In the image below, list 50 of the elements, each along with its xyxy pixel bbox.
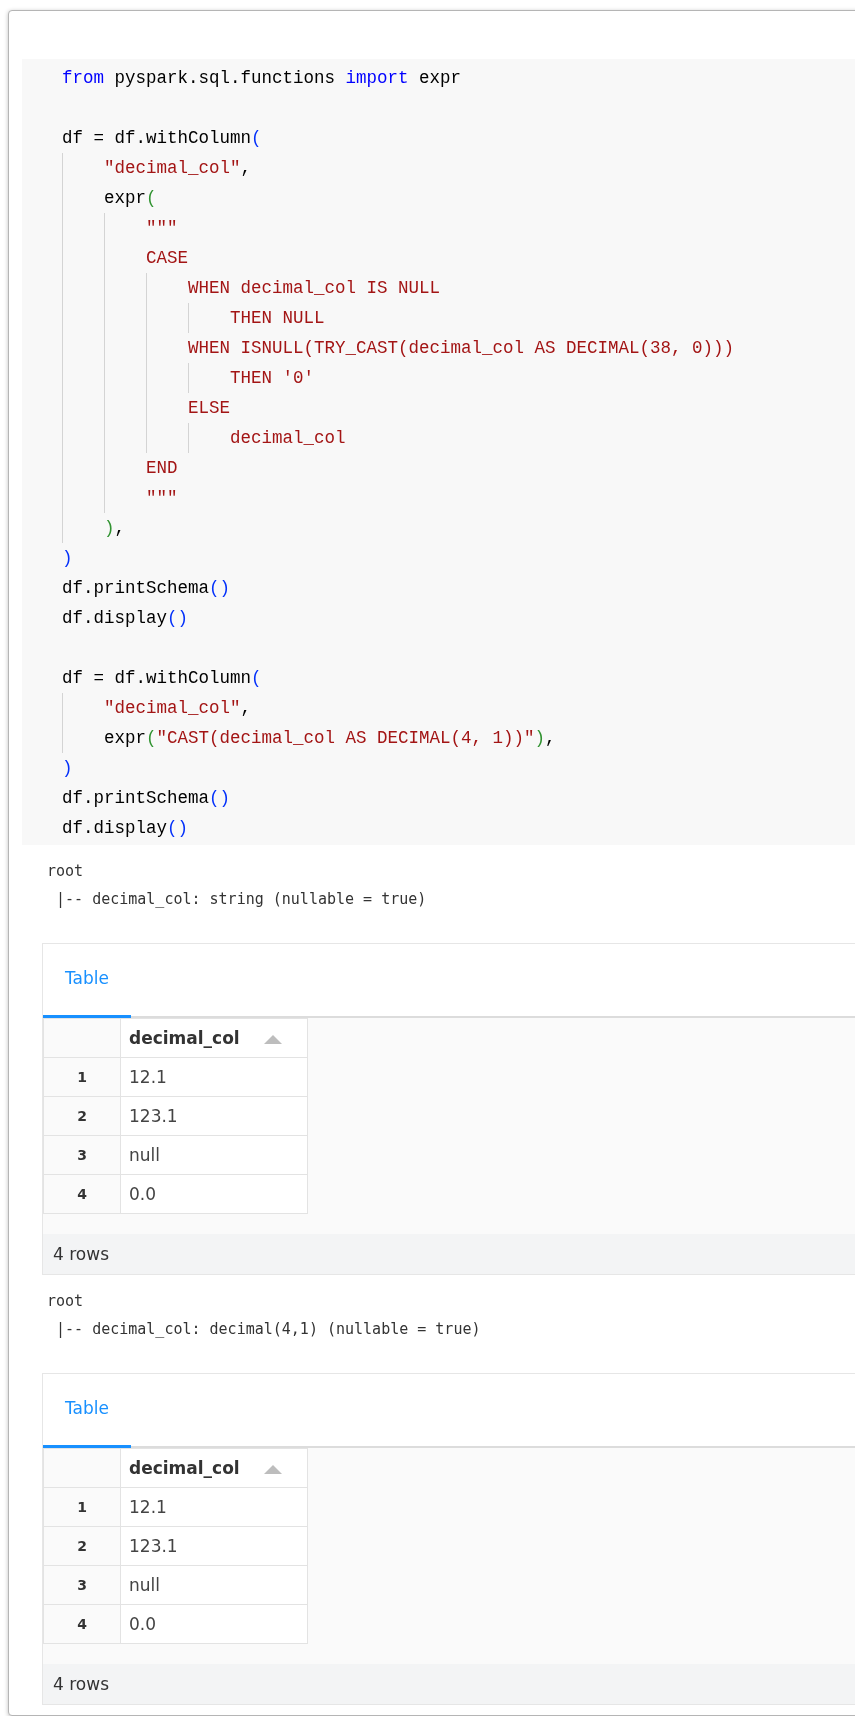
table-cell: null	[120, 1135, 308, 1175]
code-line: CASE	[62, 243, 188, 273]
table-cell: 12.1	[120, 1057, 308, 1097]
code-line: )	[62, 757, 73, 780]
code-line: from pyspark.sql.functions import expr	[62, 67, 462, 90]
schema-text: |-- decimal_col: decimal(4,1) (nullable = true)	[55, 1319, 481, 1340]
row-number: 1	[43, 1487, 121, 1527]
column-header[interactable]: decimal_col	[120, 1448, 308, 1488]
code-line: df = df.withColumn(	[62, 127, 262, 150]
table-cell: null	[120, 1565, 308, 1605]
code-line: df.display()	[62, 817, 189, 840]
code-line: WHEN ISNULL(TRY_CAST(decimal_col AS DECIMAL(38, 0)))	[62, 333, 735, 363]
code-line: df.display()	[62, 607, 189, 630]
code-line: THEN '0'	[62, 363, 314, 393]
code-line: expr("CAST(decimal_col AS DECIMAL(4, 1))"),	[62, 723, 556, 753]
code-line: THEN NULL	[62, 303, 325, 333]
code-line: expr(	[62, 183, 157, 213]
row-number: 3	[43, 1135, 121, 1175]
row-count: 4 rows	[53, 1673, 109, 1695]
row-number: 2	[43, 1096, 121, 1136]
table-cell: 0.0	[120, 1604, 308, 1644]
code-line: """	[62, 213, 178, 243]
code-line: )	[62, 547, 73, 570]
code-line: ),	[62, 513, 126, 543]
table-cell: 123.1	[120, 1526, 308, 1566]
sort-icon[interactable]	[263, 1464, 282, 1474]
row-number: 4	[43, 1174, 121, 1214]
column-header[interactable]: decimal_col	[120, 1018, 308, 1058]
code-line: "decimal_col",	[62, 693, 252, 723]
sort-icon[interactable]	[263, 1034, 282, 1044]
code-line: df.printSchema()	[62, 787, 231, 810]
code-line: decimal_col	[62, 423, 346, 453]
row-count: 4 rows	[53, 1243, 109, 1265]
row-number: 3	[43, 1565, 121, 1605]
row-number: 2	[43, 1526, 121, 1566]
row-number: 4	[43, 1604, 121, 1644]
schema-text: root	[47, 861, 84, 882]
code-line: df = df.withColumn(	[62, 667, 262, 690]
code-line: WHEN decimal_col IS NULL	[62, 273, 441, 303]
code-line: """	[62, 483, 178, 513]
table-cell: 123.1	[120, 1096, 308, 1136]
code-line: "decimal_col",	[62, 153, 252, 183]
code-line: ELSE	[62, 393, 230, 423]
schema-text: root	[47, 1291, 84, 1312]
schema-text: |-- decimal_col: string (nullable = true)	[55, 889, 427, 910]
code-line: df.printSchema()	[62, 577, 231, 600]
table-cell: 12.1	[120, 1487, 308, 1527]
code-line: END	[62, 453, 178, 483]
row-number: 1	[43, 1057, 121, 1097]
table-cell: 0.0	[120, 1174, 308, 1214]
